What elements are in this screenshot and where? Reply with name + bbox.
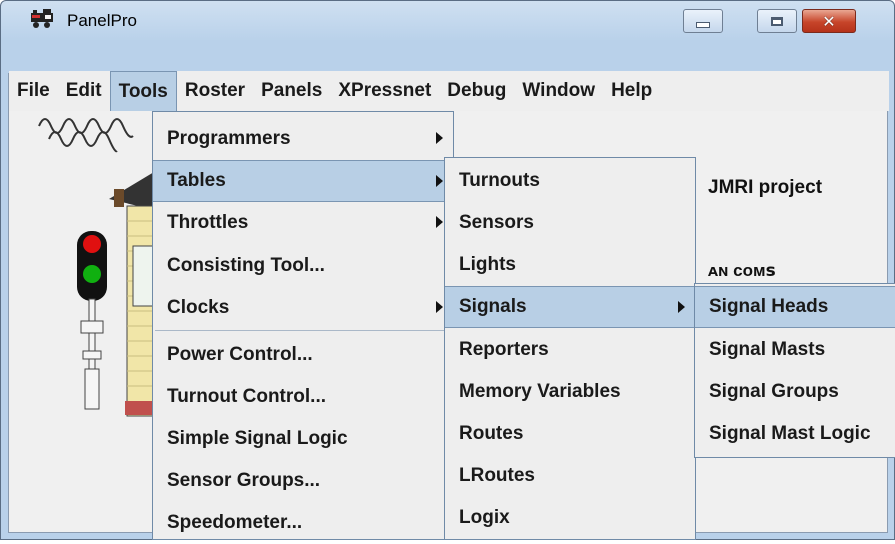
menu-item-label: Lights <box>459 254 516 275</box>
menu-item-label: Memory Variables <box>459 381 621 402</box>
menu-item-label: Sensors <box>459 212 534 233</box>
signal-station-artwork <box>38 118 159 417</box>
maximize-button[interactable] <box>757 9 797 33</box>
track-coil-icon <box>38 118 134 153</box>
menu-item-label: Signal Mast Logic <box>709 423 871 444</box>
tables-item-reporters[interactable]: Reporters <box>445 329 695 371</box>
menu-bar: File Edit Tools Roster Panels XPressnet … <box>9 71 889 111</box>
menu-item-label: Power Control... <box>167 344 313 365</box>
tools-item-throttles[interactable]: Throttles <box>153 202 453 244</box>
tables-item-lights[interactable]: Lights <box>445 244 695 286</box>
tables-item-lroutes[interactable]: LRoutes <box>445 455 695 497</box>
tables-item-routes[interactable]: Routes <box>445 413 695 455</box>
menu-file[interactable]: File <box>9 71 58 111</box>
menu-item-label: Turnouts <box>459 170 540 191</box>
menu-item-label: Logix <box>459 507 510 528</box>
menu-item-label: LRoutes <box>459 465 535 486</box>
menu-item-label: Sensor Groups... <box>167 470 321 491</box>
signals-item-signal-groups[interactable]: Signal Groups <box>695 371 895 413</box>
menu-item-label: Turnout Control... <box>167 386 326 407</box>
submenu-arrow-icon <box>436 301 443 313</box>
menu-xpressnet[interactable]: XPressnet <box>330 71 439 111</box>
tools-item-sensor-groups[interactable]: Sensor Groups... <box>153 460 453 502</box>
tools-item-tables[interactable]: Tables <box>153 160 453 202</box>
signals-submenu: Signal Heads Signal Masts Signal Groups … <box>694 283 895 458</box>
menu-item-label: Programmers <box>167 128 291 149</box>
menu-window[interactable]: Window <box>514 71 603 111</box>
menu-item-label: Consisting Tool... <box>167 255 325 276</box>
menu-item-label: Simple Signal Logic <box>167 428 348 449</box>
jmri-project-text: JMRI project <box>708 177 823 198</box>
signal-mast-icon <box>77 231 107 410</box>
tools-item-speedometer[interactable]: Speedometer... <box>153 502 453 544</box>
tools-item-clocks[interactable]: Clocks <box>153 287 453 329</box>
tables-item-memory-variables[interactable]: Memory Variables <box>445 371 695 413</box>
minimize-icon <box>696 22 710 28</box>
menu-panels[interactable]: Panels <box>253 71 330 111</box>
minimize-button[interactable] <box>683 9 723 33</box>
signals-item-signal-heads[interactable]: Signal Heads <box>695 286 895 328</box>
signals-item-signal-mast-logic[interactable]: Signal Mast Logic <box>695 413 895 455</box>
maximize-icon <box>771 16 783 26</box>
submenu-arrow-icon <box>678 301 685 313</box>
tools-item-consisting-tool[interactable]: Consisting Tool... <box>153 245 453 287</box>
close-icon: ✕ <box>822 11 836 31</box>
submenu-arrow-icon <box>436 132 443 144</box>
menu-tools[interactable]: Tools <box>109 71 177 111</box>
close-button[interactable]: ✕ <box>802 9 856 33</box>
tools-item-power-control[interactable]: Power Control... <box>153 334 453 376</box>
menu-item-label: Signal Masts <box>709 339 826 360</box>
menu-debug[interactable]: Debug <box>439 71 514 111</box>
tools-menu: Programmers Tables Throttles Consisting … <box>152 111 454 540</box>
menu-help[interactable]: Help <box>603 71 660 111</box>
title-bar[interactable]: PanelPro ✕ <box>1 1 894 33</box>
tables-item-turnouts[interactable]: Turnouts <box>445 160 695 202</box>
menu-item-label: Clocks <box>167 297 230 318</box>
menu-separator <box>155 330 451 331</box>
tables-item-logix[interactable]: Logix <box>445 497 695 539</box>
tools-item-simple-signal-logic[interactable]: Simple Signal Logic <box>153 418 453 460</box>
menu-item-label: Signals <box>459 296 527 317</box>
menu-item-label: Signal Heads <box>709 296 829 317</box>
menu-item-label: Throttles <box>167 212 249 233</box>
menu-roster[interactable]: Roster <box>177 71 253 111</box>
tables-item-sensors[interactable]: Sensors <box>445 202 695 244</box>
menu-item-label: Tables <box>167 170 226 191</box>
menu-item-label: Speedometer... <box>167 512 303 533</box>
tools-item-turnout-control[interactable]: Turnout Control... <box>153 376 453 418</box>
tables-item-signals[interactable]: Signals <box>445 286 695 328</box>
menu-item-label: Routes <box>459 423 524 444</box>
locomotive-icon <box>31 9 53 28</box>
submenu-arrow-icon <box>436 175 443 187</box>
tables-submenu: Turnouts Sensors Lights Signals Reporter… <box>444 157 696 540</box>
submenu-arrow-icon <box>436 216 443 228</box>
menu-edit[interactable]: Edit <box>58 71 110 111</box>
window-title: PanelPro <box>67 11 137 30</box>
tools-item-programmers[interactable]: Programmers <box>153 118 453 160</box>
signals-item-signal-masts[interactable]: Signal Masts <box>695 329 895 371</box>
partial-background-text: ᴀɴ ᴄᴏᴍꜱ <box>708 262 776 276</box>
menu-item-label: Signal Groups <box>709 381 839 402</box>
menu-item-label: Reporters <box>459 339 549 360</box>
